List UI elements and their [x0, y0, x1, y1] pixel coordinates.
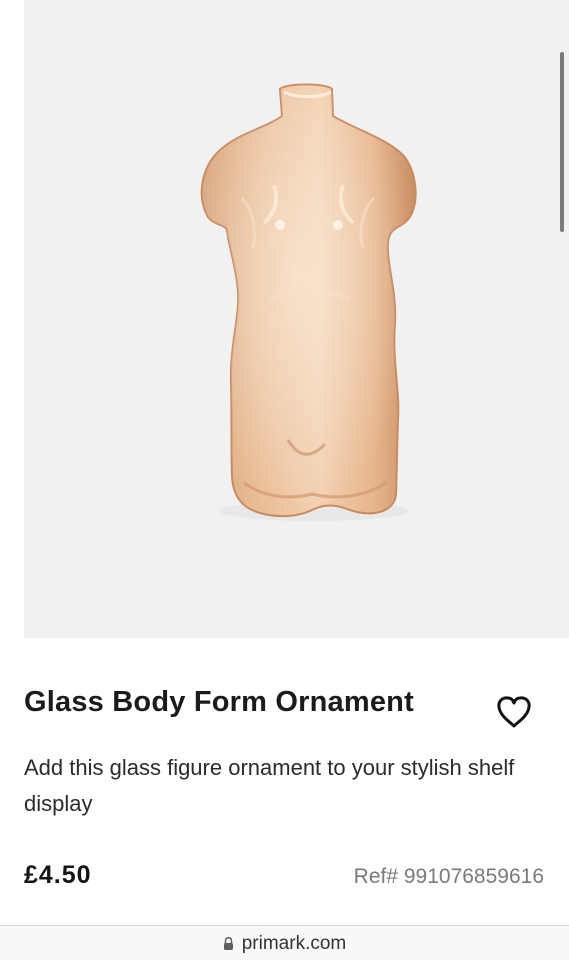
product-image-panel[interactable]: [24, 0, 569, 638]
browser-url[interactable]: primark.com: [242, 933, 347, 955]
wishlist-button[interactable]: [495, 693, 533, 731]
product-page: Glass Body Form Ornament Add this glass …: [0, 0, 569, 960]
heart-outline-icon: [497, 696, 531, 728]
browser-address-bar[interactable]: primark.com: [0, 925, 569, 960]
glass-body-form-image[interactable]: [184, 80, 434, 530]
product-title: Glass Body Form Ornament: [24, 686, 414, 718]
scrollbar-thumb[interactable]: [560, 52, 564, 232]
lock-icon: [223, 936, 233, 950]
product-price: £4.50: [24, 861, 92, 889]
product-reference: Ref# 991076859616: [353, 865, 544, 888]
product-description: Add this glass figure ornament to your s…: [24, 755, 515, 816]
